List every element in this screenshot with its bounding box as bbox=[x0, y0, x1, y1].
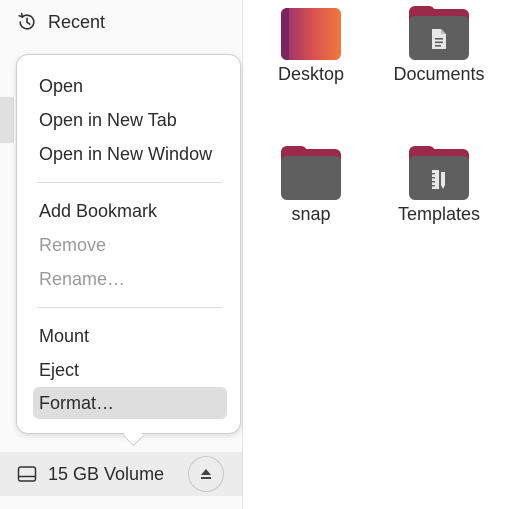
menu-item-eject[interactable]: Eject bbox=[33, 355, 227, 385]
eject-icon bbox=[201, 469, 211, 479]
history-icon bbox=[16, 11, 38, 33]
sidebar-item-recent[interactable]: Recent bbox=[0, 0, 242, 44]
menu-item-mount[interactable]: Mount bbox=[33, 321, 227, 351]
sidebar-item-label: Recent bbox=[48, 11, 106, 32]
menu-item-rename: Rename… bbox=[39, 268, 126, 289]
ruler-pencil-emblem-icon bbox=[432, 170, 445, 189]
document-emblem-icon bbox=[432, 29, 446, 49]
file-name: Documents bbox=[393, 64, 485, 84]
menu-separator bbox=[37, 307, 222, 308]
menu-item-add-bookmark[interactable]: Add Bookmark bbox=[33, 196, 227, 226]
menu-item-open[interactable]: Open bbox=[33, 71, 227, 101]
eject-button[interactable] bbox=[188, 456, 224, 492]
desktop-folder-icon bbox=[281, 6, 341, 60]
sidebar-selection-highlight bbox=[0, 97, 14, 143]
menu-item-open-new-tab[interactable]: Open in New Tab bbox=[33, 105, 227, 135]
file-item-templates[interactable]: Templates bbox=[384, 146, 494, 225]
menu-item-format[interactable]: Format… bbox=[33, 387, 227, 419]
documents-folder-icon bbox=[409, 6, 469, 60]
file-name: Templates bbox=[397, 204, 481, 224]
file-name: Desktop bbox=[277, 64, 345, 84]
file-item-documents[interactable]: Documents bbox=[384, 6, 494, 85]
menu-separator bbox=[37, 182, 222, 183]
folder-icon bbox=[281, 146, 341, 200]
menu-item-open-new-window[interactable]: Open in New Window bbox=[33, 139, 227, 169]
file-item-desktop[interactable]: Desktop bbox=[256, 6, 366, 85]
sidebar-item-volume[interactable]: 15 GB Volume bbox=[0, 452, 242, 496]
templates-folder-icon bbox=[409, 146, 469, 200]
menu-item-remove: Remove bbox=[39, 234, 107, 255]
file-name: snap bbox=[291, 204, 331, 224]
drive-icon bbox=[16, 463, 38, 485]
context-menu: Open Open in New Tab Open in New Window … bbox=[16, 54, 241, 447]
file-item-snap[interactable]: snap bbox=[256, 146, 366, 225]
sidebar-item-label: 15 GB Volume bbox=[48, 463, 165, 484]
